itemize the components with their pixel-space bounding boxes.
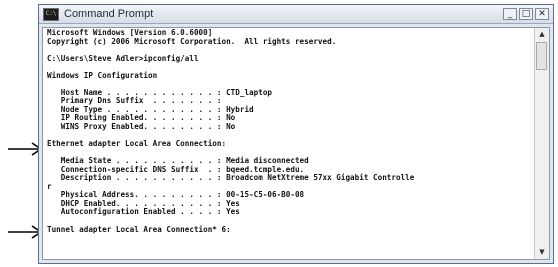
command-prompt-icon: C:\ <box>43 7 59 21</box>
console-line: Ethernet adapter Local Area Connection: <box>47 139 227 149</box>
console-line: C:\Users\Steve Adler>ipconfig/all <box>47 53 199 63</box>
console-line: Description . . . . . . . . . . . : Broa… <box>47 173 415 183</box>
scroll-thumb[interactable] <box>536 42 547 70</box>
scroll-up-button[interactable]: ▲ <box>535 28 549 41</box>
console-area[interactable]: Microsoft Windows [Version 6.0.6000] Copy… <box>42 27 550 260</box>
console-line: Autoconfiguration Enabled . . . . : Yes <box>47 207 240 217</box>
console-line: Windows IP Configuration <box>47 70 158 80</box>
window-title: Command Prompt <box>64 8 154 20</box>
console-line: WINS Proxy Enabled. . . . . . . . : No <box>47 122 236 132</box>
console-output: Microsoft Windows [Version 6.0.6000] Copy… <box>47 29 533 257</box>
vertical-scrollbar[interactable]: ▲ ▼ <box>534 28 549 259</box>
minimize-button[interactable]: _ <box>503 8 517 20</box>
window-controls: _ □ ✕ <box>503 8 549 20</box>
console-line: Tunnel adapter Local Area Connection* 6: <box>47 224 231 234</box>
maximize-button[interactable]: □ <box>519 8 533 20</box>
scroll-down-button[interactable]: ▼ <box>535 246 549 259</box>
title-bar[interactable]: C:\ Command Prompt _ □ ✕ <box>39 5 553 24</box>
command-prompt-window: C:\ Command Prompt _ □ ✕ Microsoft Windo… <box>38 4 554 264</box>
console-line: Copyright (c) 2006 Microsoft Corporation… <box>47 36 337 46</box>
close-button[interactable]: ✕ <box>535 8 549 20</box>
